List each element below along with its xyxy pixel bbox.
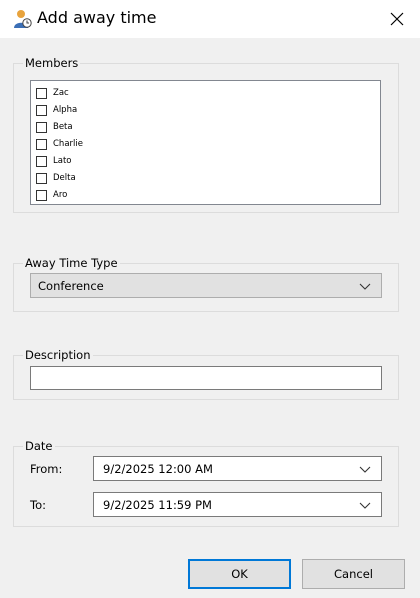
from-datetime-picker[interactable]: 9/2/2025 12:00 AM (93, 456, 382, 481)
member-item-zac[interactable]: Zac (36, 85, 69, 101)
member-checkbox[interactable] (36, 87, 47, 99)
close-icon (390, 12, 404, 26)
member-checkbox[interactable] (36, 121, 47, 133)
to-datetime-picker[interactable]: 9/2/2025 11:59 PM (93, 492, 382, 517)
from-datetime-value: 9/2/2025 12:00 AM (103, 461, 213, 476)
member-item-aro[interactable]: Aro (36, 187, 67, 203)
member-checkbox[interactable] (36, 104, 47, 116)
window-title: Add away time (37, 8, 157, 27)
member-label: Alpha (53, 105, 78, 115)
away-type-select[interactable]: Conference (30, 273, 382, 298)
member-item-alpha[interactable]: Alpha (36, 102, 77, 118)
member-label: Delta (53, 173, 76, 183)
member-label: Lato (53, 156, 72, 166)
close-button[interactable] (374, 0, 420, 38)
members-list[interactable]: Zac Alpha Beta Charlie Lato Delta Aro (30, 80, 381, 205)
chevron-down-icon[interactable] (359, 502, 371, 509)
description-input[interactable] (30, 366, 382, 390)
title-bar: Add away time (0, 0, 420, 38)
chevron-down-icon (359, 283, 371, 290)
away-type-value: Conference (38, 278, 104, 293)
to-label: To: (30, 498, 46, 512)
member-checkbox[interactable] (36, 172, 47, 184)
from-label: From: (30, 462, 63, 476)
user-clock-icon (14, 10, 32, 28)
member-label: Beta (53, 122, 73, 132)
description-legend: Description (23, 348, 93, 363)
member-item-beta[interactable]: Beta (36, 119, 73, 135)
cancel-button[interactable]: Cancel (302, 559, 405, 589)
member-checkbox[interactable] (36, 138, 47, 150)
members-legend: Members (23, 56, 81, 71)
member-checkbox[interactable] (36, 189, 47, 201)
chevron-down-icon[interactable] (359, 466, 371, 473)
member-label: Zac (53, 88, 69, 98)
to-datetime-value: 9/2/2025 11:59 PM (103, 497, 212, 512)
date-legend: Date (23, 439, 55, 454)
member-item-lato[interactable]: Lato (36, 153, 71, 169)
member-item-delta[interactable]: Delta (36, 170, 76, 186)
member-label: Charlie (53, 139, 83, 149)
member-item-charlie[interactable]: Charlie (36, 136, 83, 152)
member-checkbox[interactable] (36, 155, 47, 167)
ok-button[interactable]: OK (188, 559, 291, 589)
away-type-legend: Away Time Type (23, 256, 120, 271)
member-label: Aro (53, 190, 68, 200)
